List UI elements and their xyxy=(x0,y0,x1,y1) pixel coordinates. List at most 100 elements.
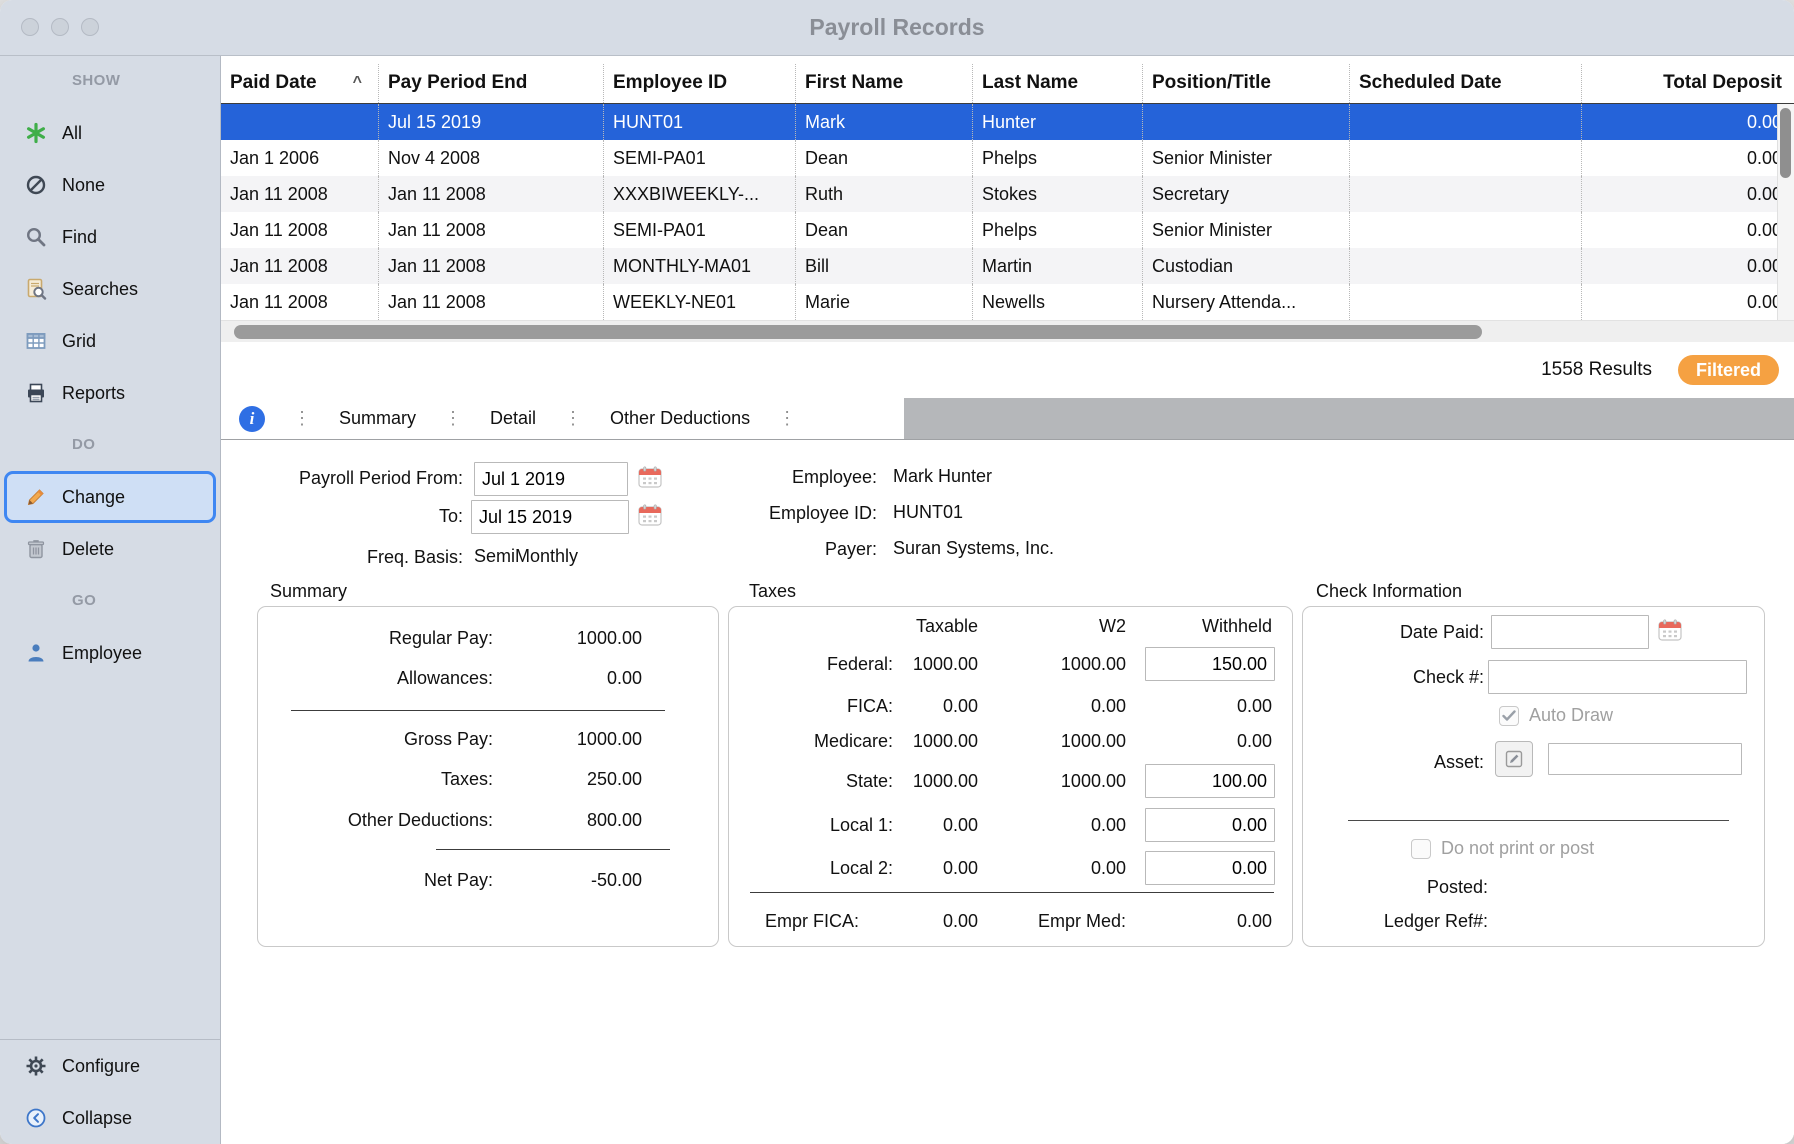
calendar-icon[interactable] xyxy=(638,504,662,526)
period-from-label: Payroll Period From: xyxy=(231,467,463,489)
empr-med-value: 0.00 xyxy=(1237,910,1272,932)
tab-strip-tabs: i ⋮ Summary ⋮ Detail ⋮ Other Deductions … xyxy=(221,398,904,439)
sidebar-item-none[interactable]: None xyxy=(0,159,220,211)
withheld-state-input[interactable] xyxy=(1145,764,1275,798)
tab-detail[interactable]: Detail xyxy=(490,408,536,429)
empr-fica-value: 0.00 xyxy=(943,910,978,932)
sidebar-item-configure[interactable]: Configure xyxy=(0,1040,220,1092)
sidebar-item-label: None xyxy=(62,175,105,196)
column-header-first-name[interactable]: First Name xyxy=(796,64,973,103)
check-panel-title: Check Information xyxy=(1316,581,1462,602)
info-button[interactable]: i xyxy=(239,406,265,432)
taxes-divider xyxy=(750,892,1274,893)
column-header-total-deposit[interactable]: Total Deposit xyxy=(1582,64,1794,103)
sidebar-item-grid[interactable]: Grid xyxy=(0,315,220,367)
cell-paid-date xyxy=(221,104,379,140)
summary-row-label: Other Deductions: xyxy=(258,809,493,831)
column-header-scheduled-date[interactable]: Scheduled Date xyxy=(1350,64,1582,103)
grid-icon xyxy=(24,329,48,353)
collapse-chevron-icon xyxy=(24,1106,48,1130)
sidebar-item-employee[interactable]: Employee xyxy=(0,627,220,679)
tax-taxable-value: 1000.00 xyxy=(913,770,978,792)
cell-employee-id: HUNT01 xyxy=(604,104,796,140)
do-not-print-checkbox[interactable] xyxy=(1411,839,1431,859)
table-row-selected[interactable]: Jul 15 2019 HUNT01 Mark Hunter 0.00 xyxy=(221,104,1794,140)
tax-taxable-value: 0.00 xyxy=(943,814,978,836)
cell-first-name: Ruth xyxy=(796,176,973,212)
summary-panel: Regular Pay:1000.00 Allowances:0.00 Gros… xyxy=(257,606,719,947)
tax-row-label: Local 2: xyxy=(729,857,893,879)
cell-employee-id: SEMI-PA01 xyxy=(604,140,796,176)
table-row[interactable]: Jan 11 2008 Jan 11 2008 XXXBIWEEKLY-... … xyxy=(221,176,1794,212)
filtered-badge[interactable]: Filtered xyxy=(1678,355,1779,385)
column-header-paid-date[interactable]: Paid Date ^ xyxy=(221,64,379,103)
check-icon xyxy=(1502,710,1516,722)
date-paid-input[interactable] xyxy=(1491,615,1649,649)
cell-total-deposit: 0.00 xyxy=(1582,140,1794,176)
tab-other-deductions[interactable]: Other Deductions xyxy=(610,408,750,429)
date-paid-label: Date Paid: xyxy=(1303,621,1484,643)
column-header-pay-period-end[interactable]: Pay Period End xyxy=(379,64,604,103)
sidebar-item-collapse[interactable]: Collapse xyxy=(0,1092,220,1144)
tax-w2-value: 1000.00 xyxy=(1061,730,1126,752)
sidebar-item-label: Configure xyxy=(62,1056,140,1077)
empr-fica-label: Empr FICA: xyxy=(729,910,859,932)
sidebar-item-searches[interactable]: Searches xyxy=(0,263,220,315)
sidebar-header-go: GO xyxy=(0,575,220,627)
auto-draw-checkbox[interactable] xyxy=(1499,706,1519,726)
cell-first-name: Dean xyxy=(796,140,973,176)
withheld-federal-input[interactable] xyxy=(1145,647,1275,681)
summary-row-label: Net Pay: xyxy=(258,869,493,891)
check-number-input[interactable] xyxy=(1488,660,1747,694)
column-header-employee-id[interactable]: Employee ID xyxy=(604,64,796,103)
tab-strip: i ⋮ Summary ⋮ Detail ⋮ Other Deductions … xyxy=(221,398,1794,440)
tab-summary[interactable]: Summary xyxy=(339,408,416,429)
sidebar-header-show: SHOW xyxy=(0,55,220,107)
sidebar: SHOW All None Find Searches Grid Reports… xyxy=(0,55,221,1144)
tax-w2-value: 0.00 xyxy=(1091,814,1126,836)
cell-total-deposit: 0.00 xyxy=(1582,248,1794,284)
asset-picker-button[interactable] xyxy=(1495,741,1533,777)
record-detail-area: Payroll Period From: To: Freq. Basis: Se… xyxy=(221,440,1794,1144)
sidebar-item-label: Collapse xyxy=(62,1108,132,1129)
horizontal-scrollbar-thumb[interactable] xyxy=(234,325,1482,339)
cell-scheduled-date xyxy=(1350,176,1582,212)
vertical-scrollbar-thumb[interactable] xyxy=(1780,108,1791,178)
tax-taxable-value: 0.00 xyxy=(943,695,978,717)
cell-paid-date: Jan 11 2008 xyxy=(221,176,379,212)
table-row[interactable]: Jan 11 2008 Jan 11 2008 MONTHLY-MA01 Bil… xyxy=(221,248,1794,284)
cell-position: Secretary xyxy=(1143,176,1350,212)
table-row[interactable]: Jan 1 2006 Nov 4 2008 SEMI-PA01 Dean Phe… xyxy=(221,140,1794,176)
table-row[interactable]: Jan 11 2008 Jan 11 2008 WEEKLY-NE01 Mari… xyxy=(221,284,1794,320)
sidebar-item-find[interactable]: Find xyxy=(0,211,220,263)
withheld-local2-input[interactable] xyxy=(1145,851,1275,885)
table-row[interactable]: Jan 11 2008 Jan 11 2008 SEMI-PA01 Dean P… xyxy=(221,212,1794,248)
calendar-icon[interactable] xyxy=(638,466,662,488)
results-count: 1558 Results xyxy=(1541,359,1652,381)
cell-first-name: Mark xyxy=(796,104,973,140)
gear-icon xyxy=(24,1054,48,1078)
summary-row-label: Regular Pay: xyxy=(258,627,493,649)
cell-scheduled-date xyxy=(1350,248,1582,284)
column-header-position[interactable]: Position/Title xyxy=(1143,64,1350,103)
sidebar-item-reports[interactable]: Reports xyxy=(0,367,220,419)
withheld-local1-input[interactable] xyxy=(1145,808,1275,842)
horizontal-scrollbar[interactable] xyxy=(221,320,1794,342)
asset-input[interactable] xyxy=(1548,743,1742,775)
employee-id-value: HUNT01 xyxy=(893,502,963,523)
column-header-last-name[interactable]: Last Name xyxy=(973,64,1143,103)
cell-position: Custodian xyxy=(1143,248,1350,284)
vertical-scrollbar[interactable] xyxy=(1777,104,1794,320)
sidebar-item-delete[interactable]: Delete xyxy=(0,523,220,575)
sidebar-item-all[interactable]: All xyxy=(0,107,220,159)
taxes-header-withheld: Withheld xyxy=(1202,615,1272,637)
cell-position: Nursery Attenda... xyxy=(1143,284,1350,320)
tax-taxable-value: 1000.00 xyxy=(913,730,978,752)
sidebar-item-change[interactable]: Change xyxy=(4,471,216,523)
period-from-input[interactable] xyxy=(474,462,628,496)
calendar-icon[interactable] xyxy=(1658,619,1682,641)
summary-row-value: 1000.00 xyxy=(493,627,642,649)
tax-row-label: Local 1: xyxy=(729,814,893,836)
cell-scheduled-date xyxy=(1350,140,1582,176)
period-to-input[interactable] xyxy=(471,500,629,534)
